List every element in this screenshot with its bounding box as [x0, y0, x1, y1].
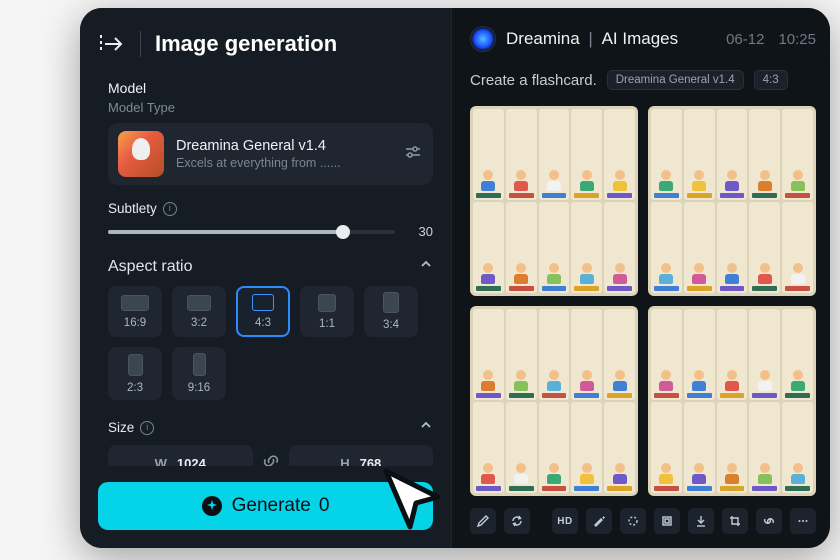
download-icon[interactable] [688, 508, 714, 534]
model-thumbnail [118, 131, 164, 177]
result-image-2[interactable] [648, 106, 816, 296]
expand-right-icon[interactable] [98, 30, 126, 58]
model-section-sub: Model Type [108, 100, 433, 115]
more-icon[interactable] [790, 508, 816, 534]
hd-icon[interactable]: HD [552, 508, 578, 534]
model-name: Dreamina General v1.4 [176, 138, 391, 154]
result-image-1[interactable] [470, 106, 638, 296]
ratio-label: 9:16 [188, 382, 210, 394]
ratio-label: 3:2 [191, 317, 207, 329]
generate-count: 0 [319, 495, 330, 517]
aspect-ratio-label: Aspect ratio [108, 258, 192, 276]
size-label: Size [108, 420, 134, 435]
width-letter: W [155, 456, 167, 467]
ratio-4-3[interactable]: 4:3 [236, 286, 290, 337]
height-value: 768 [360, 456, 382, 467]
date-label: 06-12 [726, 31, 764, 48]
brand-title: Dreamina | AI Images [506, 29, 678, 49]
prompt-text: Create a flashcard. [470, 72, 597, 89]
subtlety-value: 30 [409, 224, 433, 239]
ratio-16-9[interactable]: 16:9 [108, 286, 162, 337]
model-section-label: Model [108, 80, 433, 96]
model-card[interactable]: Dreamina General v1.4 Excels at everythi… [108, 123, 433, 185]
chevron-up-icon[interactable] [419, 418, 433, 437]
time-label: 10:25 [778, 31, 816, 48]
erase-icon[interactable] [620, 508, 646, 534]
wand-icon[interactable] [586, 508, 612, 534]
ratio-label: 1:1 [319, 318, 335, 330]
divider [140, 31, 141, 57]
link-icon[interactable] [261, 451, 281, 467]
logo-icon [470, 26, 496, 52]
link-icon[interactable] [756, 508, 782, 534]
panel-title: Image generation [155, 31, 337, 57]
sparkle-icon [202, 496, 222, 516]
height-input[interactable]: H 768 [289, 445, 434, 466]
ratio-3-2[interactable]: 3:2 [172, 286, 226, 337]
ratio-2-3[interactable]: 2:3 [108, 347, 162, 400]
ratio-label: 4:3 [255, 317, 271, 329]
result-image-3[interactable] [470, 306, 638, 496]
height-letter: H [340, 456, 349, 467]
crop-icon[interactable] [722, 508, 748, 534]
info-icon[interactable]: i [140, 421, 154, 435]
ratio-label: 2:3 [127, 382, 143, 394]
model-desc: Excels at everything from ...... [176, 156, 391, 170]
info-icon[interactable]: i [163, 202, 177, 216]
ratio-9-16[interactable]: 9:16 [172, 347, 226, 400]
generate-button[interactable]: Generate 0 [98, 482, 433, 530]
result-image-4[interactable] [648, 306, 816, 496]
ratio-3-4[interactable]: 3:4 [364, 286, 418, 337]
ratio-label: 16:9 [124, 317, 146, 329]
chip-ratio: 4:3 [754, 70, 788, 90]
width-input[interactable]: W 1024 [108, 445, 253, 466]
edit-icon[interactable] [470, 508, 496, 534]
expand-icon[interactable] [654, 508, 680, 534]
ratio-1-1[interactable]: 1:1 [300, 286, 354, 337]
subtlety-slider[interactable] [108, 230, 395, 234]
chevron-up-icon[interactable] [419, 257, 433, 276]
width-value: 1024 [177, 456, 206, 467]
chip-model: Dreamina General v1.4 [607, 70, 744, 90]
generate-label: Generate [232, 495, 311, 517]
ratio-label: 3:4 [383, 319, 399, 331]
regenerate-icon[interactable] [504, 508, 530, 534]
subtlety-label: Subtlety [108, 201, 157, 216]
sliders-icon[interactable] [403, 142, 423, 167]
